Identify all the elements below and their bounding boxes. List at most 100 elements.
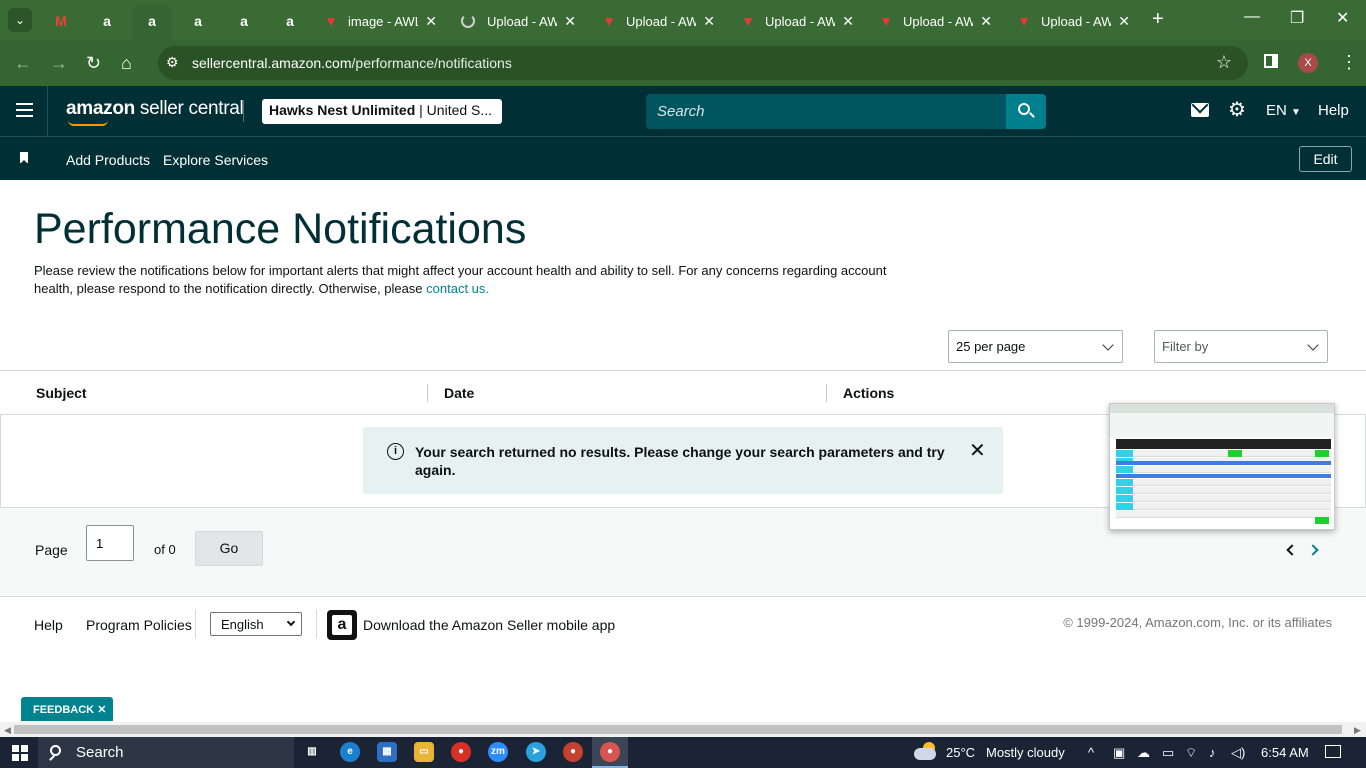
download-app-link[interactable]: Download the Amazon Seller mobile app — [363, 617, 615, 633]
meet-now-icon[interactable]: ▣ — [1113, 745, 1125, 761]
notifications-icon[interactable] — [1325, 745, 1341, 758]
tab-upload-loading[interactable]: Upload - AW ✕ — [451, 5, 586, 40]
filter-select[interactable]: Filter by — [1154, 330, 1328, 363]
horizontal-scrollbar[interactable]: ◀ ▶ — [0, 722, 1366, 737]
tab-gmail[interactable]: M — [44, 5, 78, 40]
chrome-active-icon[interactable]: ● — [600, 742, 620, 762]
intro-paragraph: Please review the notifications below fo… — [34, 262, 914, 298]
go-button[interactable]: Go — [195, 531, 263, 566]
taskbar-search[interactable]: Search — [38, 737, 294, 768]
scrollbar-thumb[interactable] — [14, 725, 1342, 734]
footer-language-value: English — [221, 617, 264, 632]
chevron-right-icon[interactable] — [1307, 544, 1319, 556]
clock[interactable]: 6:54 AM — [1261, 745, 1309, 760]
scroll-left-icon[interactable]: ◀ — [4, 725, 11, 736]
aw-icon: ▼ — [602, 13, 616, 29]
add-products-link[interactable]: Add Products — [66, 152, 150, 168]
close-icon[interactable]: ✕ — [969, 441, 986, 461]
reload-icon[interactable]: ↻ — [86, 52, 101, 74]
telegram-icon[interactable]: ➤ — [526, 742, 546, 762]
per-page-select[interactable]: 25 per page — [948, 330, 1123, 363]
tab-upload-1[interactable]: ▼ Upload - AW ✕ — [590, 5, 725, 40]
tab-amazon-1[interactable]: a — [90, 5, 124, 40]
search-button[interactable] — [1006, 94, 1046, 129]
tab-amazon-4[interactable]: a — [227, 5, 261, 40]
task-view-icon[interactable]: ▥ — [302, 742, 322, 762]
search-input[interactable] — [646, 94, 1006, 129]
chrome-icon[interactable]: ● — [451, 742, 471, 762]
hamburger-menu-icon[interactable] — [16, 103, 33, 121]
tab-image-awl[interactable]: ▼ image - AWL ✕ — [312, 5, 447, 40]
bookmark-icon[interactable] — [20, 152, 28, 164]
column-date[interactable]: Date — [444, 385, 474, 401]
temperature[interactable]: 25°C — [946, 745, 975, 760]
tab-upload-3[interactable]: ▼ Upload - AW ✕ — [867, 5, 1002, 40]
window-preview-thumbnail[interactable] — [1109, 403, 1335, 530]
side-panel-icon[interactable] — [1264, 54, 1278, 68]
chrome-profile-icon[interactable]: ● — [563, 742, 583, 762]
close-tab-icon[interactable]: ✕ — [425, 13, 437, 30]
chrome-menu-icon[interactable]: ⋮ — [1340, 52, 1358, 72]
tab-upload-4[interactable]: ▼ Upload - AW ✕ — [1005, 5, 1140, 40]
back-arrow-icon[interactable]: ← — [14, 52, 32, 74]
column-subject[interactable]: Subject — [36, 385, 87, 401]
mail-icon[interactable] — [1191, 103, 1209, 117]
feedback-button[interactable]: FEEDBACK ✕ — [21, 697, 113, 721]
seller-central-logo[interactable]: amazon seller central — [66, 98, 244, 126]
tab-amazon-3[interactable]: a — [181, 5, 215, 40]
windows-start-icon[interactable] — [12, 745, 28, 761]
profile-avatar[interactable]: X — [1298, 53, 1318, 73]
new-tab-plus-icon[interactable]: + — [1152, 9, 1164, 29]
url-omnibox[interactable]: ⚙ sellercentral.amazon.com/performance/n… — [158, 46, 1248, 80]
chevron-down-icon — [286, 617, 296, 627]
forward-arrow-icon[interactable]: → — [50, 52, 68, 74]
close-tab-icon[interactable]: ✕ — [703, 13, 715, 30]
close-window-icon[interactable]: ✕ — [1336, 8, 1349, 28]
battery-icon[interactable]: ▭ — [1162, 745, 1174, 761]
program-policies-link[interactable]: Program Policies — [86, 617, 192, 633]
tab-upload-2[interactable]: ▼ Upload - AW ✕ — [729, 5, 864, 40]
tab-amazon-5[interactable]: a — [273, 5, 307, 40]
tab-amazon-active[interactable]: a — [132, 5, 172, 40]
microphone-icon[interactable]: ♪ — [1209, 745, 1216, 760]
tab-search-chevron-icon[interactable]: ⌄ — [8, 8, 32, 32]
site-info-icon[interactable]: ⚙ — [166, 54, 179, 71]
wifi-icon[interactable]: ⌔ — [1185, 745, 1197, 761]
weather-status[interactable]: Mostly cloudy — [986, 745, 1065, 760]
page-number-input[interactable] — [86, 525, 134, 561]
restore-icon[interactable]: ❐ — [1290, 8, 1304, 28]
account-name: Hawks Nest Unlimited — [269, 102, 416, 118]
chevron-down-icon — [1307, 339, 1319, 351]
edit-button[interactable]: Edit — [1299, 146, 1352, 172]
home-icon[interactable]: ⌂ — [121, 52, 132, 74]
zoom-icon[interactable]: zm — [488, 742, 508, 762]
close-tab-icon[interactable]: ✕ — [564, 13, 576, 30]
scroll-right-icon[interactable]: ▶ — [1354, 725, 1361, 736]
account-switcher[interactable]: Hawks Nest Unlimited | United S... — [262, 99, 502, 124]
close-tab-icon[interactable]: ✕ — [1118, 13, 1130, 30]
language-selector[interactable]: EN ▼ — [1266, 102, 1301, 119]
help-link[interactable]: Help — [1318, 102, 1349, 119]
amazon-app-icon[interactable]: a — [327, 610, 357, 640]
explore-services-link[interactable]: Explore Services — [163, 152, 268, 168]
close-tab-icon[interactable]: ✕ — [980, 13, 992, 30]
contact-us-link[interactable]: contact us. — [426, 281, 489, 296]
close-icon[interactable]: ✕ — [97, 704, 106, 716]
chevron-left-icon[interactable] — [1286, 544, 1298, 556]
weather-cloud-icon[interactable] — [914, 742, 938, 760]
chevron-up-icon[interactable]: ^ — [1088, 745, 1094, 760]
seller-central-subnav: Add Products Explore Services Edit — [0, 136, 1366, 180]
windows-taskbar: Search ▥ e ▦ ▭ ● zm ➤ ● ● 25°C Mostly cl… — [0, 737, 1366, 768]
footer-help-link[interactable]: Help — [34, 617, 63, 633]
bookmark-star-icon[interactable]: ☆ — [1216, 52, 1232, 73]
edge-icon[interactable]: e — [340, 742, 360, 762]
close-tab-icon[interactable]: ✕ — [842, 13, 854, 30]
footer-language-select[interactable]: English — [210, 612, 302, 636]
minimize-icon[interactable]: — — [1244, 8, 1260, 26]
volume-icon[interactable]: ◁) — [1231, 745, 1245, 761]
search-field[interactable] — [646, 94, 1006, 129]
store-icon[interactable]: ▦ — [377, 742, 397, 762]
onedrive-cloud-icon[interactable]: ☁ — [1137, 745, 1150, 761]
file-explorer-icon[interactable]: ▭ — [414, 742, 434, 762]
gear-icon[interactable]: ⚙ — [1228, 100, 1246, 120]
